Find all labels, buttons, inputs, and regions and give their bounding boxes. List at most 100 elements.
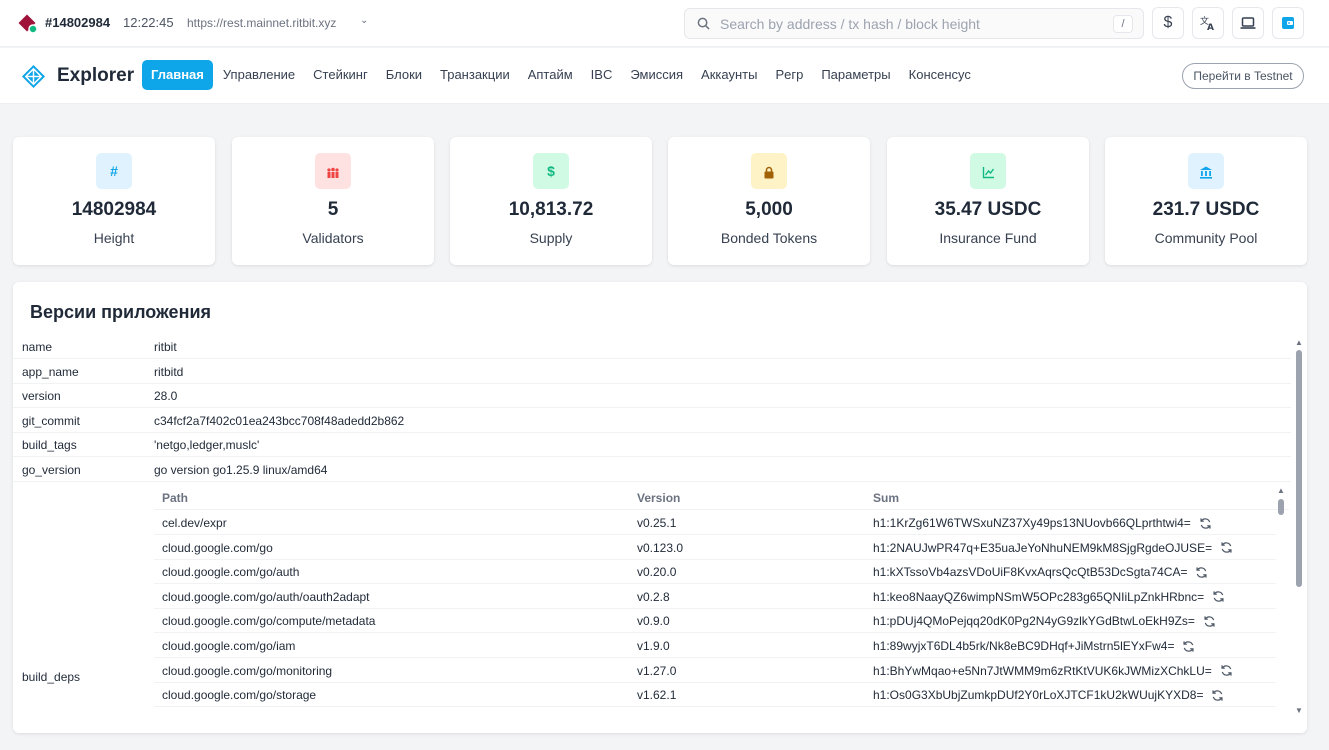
refresh-icon[interactable] [1212, 590, 1225, 603]
stat-value: 231.7 USDC [1152, 199, 1260, 220]
panel-title: Версии приложения [30, 302, 212, 322]
version-key: build_tags [22, 438, 77, 453]
theme-button[interactable] [1232, 7, 1264, 39]
version-key: app_name [22, 364, 79, 379]
chain-logo-icon[interactable] [18, 14, 38, 34]
search-bar[interactable]: Search by address / tx hash / block heig… [684, 8, 1144, 39]
translate-icon: 文 A [1200, 15, 1214, 33]
scroll-up-icon[interactable]: ▲ [1295, 339, 1303, 347]
dep-row: cloud.google.com/go/auth v0.20.0 h1:kXTsso… [154, 559, 1276, 585]
nav-item-11[interactable]: Консенсус [900, 60, 980, 90]
dep-path: cel.dev/expr [162, 516, 227, 530]
dep-path: cloud.google.com/go/iam [162, 639, 296, 653]
version-key: git_commit [22, 413, 81, 428]
version-value: ritbit [154, 340, 177, 354]
version-key: go_version [22, 463, 81, 477]
dep-version: v0.20.0 [637, 565, 677, 580]
stat-label: Supply [529, 230, 573, 246]
switch-testnet-button[interactable]: Перейти в Testnet [1182, 63, 1304, 89]
dep-sum: h1:kXTssoVb4azsVDoUiF8KvxAqrsQcQtB53DcSg… [873, 565, 1188, 580]
nav-item-9[interactable]: Pегр [766, 60, 812, 90]
wallet-button[interactable] [1272, 7, 1304, 39]
nav-item-2[interactable]: Стейкинг [304, 60, 377, 90]
scroll-up-icon[interactable]: ▲ [1277, 487, 1285, 495]
dep-version: v0.123.0 [637, 540, 684, 555]
lock-icon [751, 153, 787, 189]
explorer-logo-icon[interactable] [21, 64, 46, 89]
refresh-icon[interactable] [1199, 517, 1212, 530]
search-placeholder[interactable]: Search by address / tx hash / block heig… [720, 16, 980, 32]
stat-label: Validators [302, 230, 364, 246]
scrollbar-thumb[interactable] [1278, 499, 1284, 515]
version-row-go-version: go_version go version go1.25.9 linux/amd6… [13, 457, 1291, 482]
dollar-icon: $ [1163, 14, 1173, 31]
stat-card-validators: 5 Validators [232, 137, 434, 265]
dep-path: cloud.google.com/go/auth/oauth2adapt [162, 589, 370, 604]
refresh-icon[interactable] [1220, 541, 1233, 554]
dep-row: cloud.google.com/go/monitoring v1.27.0 h1:… [154, 658, 1276, 683]
version-row-git-commit: git_commit c34fcf2a7f402c01ea243bcc708f48… [13, 408, 1291, 433]
scrollbar-thumb[interactable] [1296, 350, 1302, 587]
deps-scrollbar[interactable]: ▲ [1277, 485, 1285, 717]
nav-item-5[interactable]: Аптайм [519, 60, 582, 90]
stat-value: 5,000 [745, 199, 793, 220]
hash-icon: # [96, 153, 132, 189]
stat-value: 14802984 [71, 199, 157, 220]
version-row-build-tags: build_tags 'netgo,ledger,muslc' [13, 432, 1291, 458]
stat-label: Insurance Fund [939, 230, 1037, 246]
refresh-icon[interactable] [1182, 640, 1195, 653]
laptop-icon [1240, 17, 1256, 29]
nav-item-6[interactable]: IBC [582, 60, 622, 90]
dep-path: cloud.google.com/go [162, 540, 273, 555]
dep-path: cloud.google.com/go/monitoring [162, 663, 333, 678]
dep-row: cloud.google.com/go/compute/metadata v0.9… [154, 608, 1276, 634]
language-button[interactable]: 文 A [1192, 7, 1224, 39]
search-shortcut-key: / [1113, 15, 1133, 33]
dep-version: v1.27.0 [637, 663, 677, 678]
dep-version: v1.62.1 [637, 688, 677, 703]
dep-row: cel.dev/expr v0.25.1 h1:1KrZg61W6TWSxuNZ37… [154, 510, 1276, 535]
nav-item-4[interactable]: Транзакции [431, 60, 519, 90]
refresh-icon[interactable] [1195, 566, 1208, 579]
chart-icon [970, 153, 1006, 189]
dep-sum: h1:2NAUJwPR47q+E35uaJeYoNhuNEM9kM8SjgRgd… [873, 540, 1213, 555]
version-value: 'netgo,ledger,muslc' [154, 438, 260, 453]
rpc-endpoint[interactable]: https://rest.mainnet.ritbit.xyz [187, 16, 336, 30]
scroll-down-icon[interactable]: ▼ [1295, 707, 1303, 715]
stat-value: 10,813.72 [508, 199, 594, 220]
build-deps-table[interactable]: Path Version Sum cel.dev/expr v0.25.1 h1:1… [154, 485, 1289, 717]
currency-button[interactable]: $ [1152, 7, 1184, 39]
nav-item-8[interactable]: Аккаунты [692, 60, 766, 90]
latest-block-time: 12:22:45 [123, 15, 174, 30]
top-bar: #14802984 12:22:45 https://rest.mainnet.… [0, 0, 1329, 47]
dep-row: cloud.google.com/go/iam v1.9.0 h1:89wyjxT6… [154, 633, 1276, 658]
nav-item-10[interactable]: Параметры [812, 60, 899, 90]
latest-block-number[interactable]: #14802984 [45, 15, 110, 30]
header-path: Path [162, 491, 189, 505]
dep-sum: h1:1KrZg61W6TWSxuNZ37Xy49ps13NUovb66QLpr… [873, 516, 1191, 530]
dep-version: v1.9.0 [637, 639, 670, 653]
version-row-name: name ritbit [13, 334, 1291, 359]
brand-name[interactable]: Explorer [57, 65, 134, 87]
version-row-app-name: app_name ritbitd [13, 359, 1291, 384]
deps-table-header: Path Version Sum [154, 485, 1289, 510]
dep-version: v0.9.0 [637, 614, 670, 629]
stat-label: Community Pool [1154, 230, 1258, 246]
nav-item-1[interactable]: Управление [214, 60, 304, 90]
nav-menu: Главная Управление Стейкинг Блоки Транзакции… [142, 60, 980, 90]
dep-sum: h1:BhYwMqao+e5Nn7JtWMM9m6zRtKtVUK6kJWMiz… [873, 663, 1212, 678]
panel-scrollbar[interactable]: ▲ ▼ [1295, 337, 1303, 717]
nav-item-7[interactable]: Эмиссия [621, 60, 692, 90]
refresh-icon[interactable] [1211, 689, 1224, 702]
nav-item-3[interactable]: Блоки [377, 60, 431, 90]
chevron-down-icon[interactable]: ⌄ [360, 15, 368, 26]
stat-value: 5 [327, 199, 339, 220]
refresh-icon[interactable] [1220, 664, 1233, 677]
wallet-icon [1282, 17, 1294, 29]
nav-item-0[interactable]: Главная [142, 60, 213, 90]
stat-card-height: #14802984 Height [13, 137, 215, 265]
refresh-icon[interactable] [1203, 615, 1216, 628]
build-deps-key: build_deps [22, 670, 81, 684]
validators-icon [315, 153, 351, 189]
dep-sum: h1:pDUj4QMoPejqq20dK0Pg2N4yG9zlkYGdBtwLo… [873, 614, 1195, 629]
